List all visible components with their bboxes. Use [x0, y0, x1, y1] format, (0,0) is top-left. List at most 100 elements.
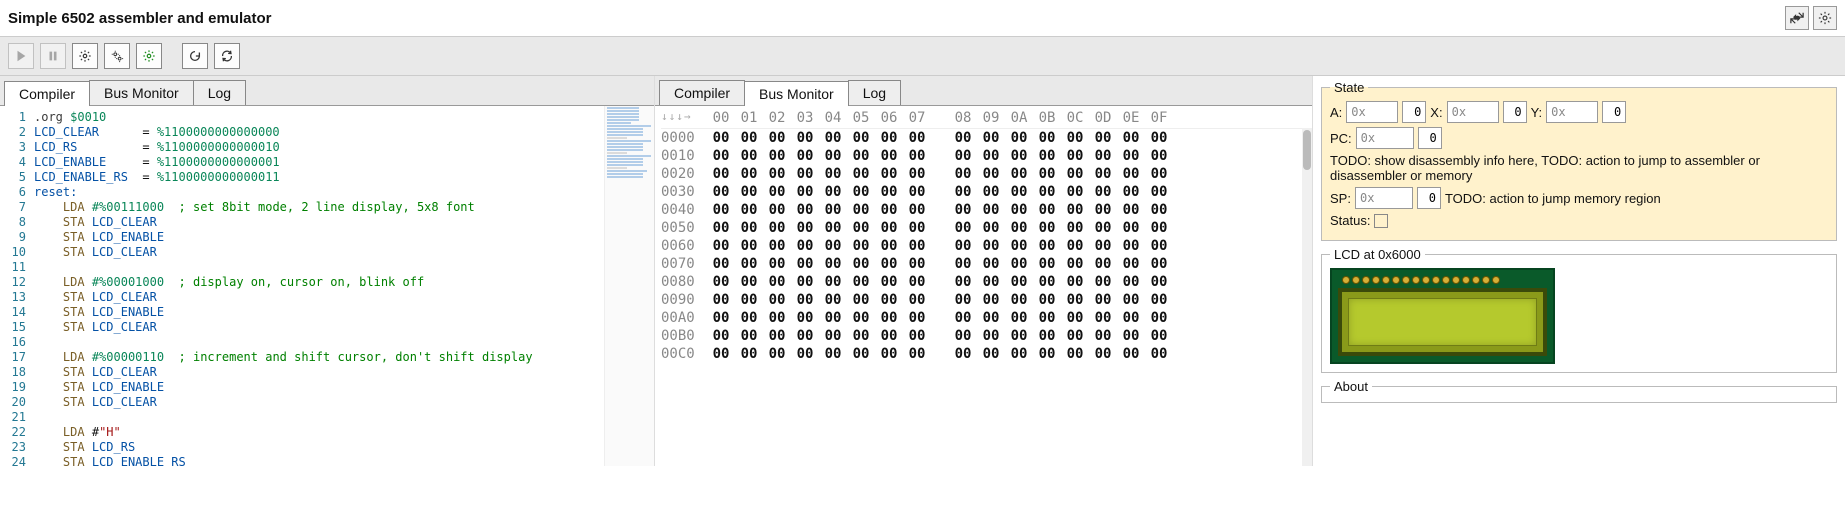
- hex-byte[interactable]: 00: [1033, 256, 1061, 272]
- code-line[interactable]: [34, 335, 604, 350]
- hex-byte[interactable]: 00: [875, 274, 903, 290]
- hex-byte[interactable]: 00: [1117, 148, 1145, 164]
- code-line[interactable]: LCD_ENABLE = %1100000000000001: [34, 155, 604, 170]
- hex-byte[interactable]: 00: [819, 238, 847, 254]
- hex-byte[interactable]: 00: [1033, 346, 1061, 362]
- hex-byte[interactable]: 00: [1117, 292, 1145, 308]
- hex-byte[interactable]: 00: [903, 184, 931, 200]
- hex-byte[interactable]: 00: [763, 346, 791, 362]
- hex-byte[interactable]: 00: [1005, 346, 1033, 362]
- hex-byte[interactable]: 00: [903, 310, 931, 326]
- hex-byte[interactable]: 00: [1145, 220, 1173, 236]
- hex-byte[interactable]: 00: [847, 256, 875, 272]
- hex-byte[interactable]: 00: [949, 148, 977, 164]
- hex-byte[interactable]: 00: [977, 256, 1005, 272]
- hex-byte[interactable]: 00: [791, 310, 819, 326]
- hex-byte[interactable]: 00: [1061, 292, 1089, 308]
- code-line[interactable]: [34, 410, 604, 425]
- hex-byte[interactable]: 00: [1145, 274, 1173, 290]
- hex-byte[interactable]: 00: [735, 130, 763, 146]
- hex-byte[interactable]: 00: [791, 148, 819, 164]
- hex-byte[interactable]: 00: [763, 310, 791, 326]
- hex-byte[interactable]: 00: [847, 310, 875, 326]
- hex-byte[interactable]: 00: [1033, 220, 1061, 236]
- hex-byte[interactable]: 00: [735, 238, 763, 254]
- hex-byte[interactable]: 00: [847, 202, 875, 218]
- hex-byte[interactable]: 00: [1089, 184, 1117, 200]
- hex-byte[interactable]: 00: [1117, 274, 1145, 290]
- hex-byte[interactable]: 00: [791, 256, 819, 272]
- hex-byte[interactable]: 00: [1145, 202, 1173, 218]
- hex-byte[interactable]: 00: [1117, 130, 1145, 146]
- hex-byte[interactable]: 00: [847, 166, 875, 182]
- code-line[interactable]: STA LCD_ENABLE_RS: [34, 455, 604, 466]
- hex-byte[interactable]: 00: [1089, 130, 1117, 146]
- hex-byte[interactable]: 00: [875, 292, 903, 308]
- hex-byte[interactable]: 00: [1061, 202, 1089, 218]
- hex-byte[interactable]: 00: [1145, 292, 1173, 308]
- hex-byte[interactable]: 00: [763, 130, 791, 146]
- hex-byte[interactable]: 00: [1117, 256, 1145, 272]
- hex-byte[interactable]: 00: [763, 292, 791, 308]
- hex-byte[interactable]: 00: [1117, 184, 1145, 200]
- hex-byte[interactable]: 00: [875, 184, 903, 200]
- hex-byte[interactable]: 00: [977, 238, 1005, 254]
- hex-byte[interactable]: 00: [735, 310, 763, 326]
- collapse-button[interactable]: [1785, 6, 1809, 30]
- hex-byte[interactable]: 00: [977, 202, 1005, 218]
- step-out-button[interactable]: [136, 43, 162, 69]
- hex-byte[interactable]: 00: [1145, 130, 1173, 146]
- hex-byte[interactable]: 00: [707, 346, 735, 362]
- hex-byte[interactable]: 00: [875, 130, 903, 146]
- hex-byte[interactable]: 00: [1089, 328, 1117, 344]
- hex-byte[interactable]: 00: [977, 184, 1005, 200]
- hex-byte[interactable]: 00: [1145, 148, 1173, 164]
- hex-byte[interactable]: 00: [949, 184, 977, 200]
- hex-byte[interactable]: 00: [903, 292, 931, 308]
- hex-byte[interactable]: 00: [847, 220, 875, 236]
- step-over-button[interactable]: [104, 43, 130, 69]
- hex-byte[interactable]: 00: [1089, 274, 1117, 290]
- code-line[interactable]: STA LCD_CLEAR: [34, 320, 604, 335]
- hex-byte[interactable]: 00: [707, 274, 735, 290]
- code-line[interactable]: STA LCD_CLEAR: [34, 365, 604, 380]
- hex-byte[interactable]: 00: [819, 130, 847, 146]
- hex-byte[interactable]: 00: [875, 148, 903, 164]
- tab-log[interactable]: Log: [193, 80, 246, 105]
- hex-byte[interactable]: 00: [1145, 166, 1173, 182]
- hex-byte[interactable]: 00: [819, 166, 847, 182]
- hex-byte[interactable]: 00: [819, 274, 847, 290]
- hex-byte[interactable]: 00: [763, 274, 791, 290]
- hex-byte[interactable]: 00: [1033, 328, 1061, 344]
- hex-byte[interactable]: 00: [763, 220, 791, 236]
- hex-byte[interactable]: 00: [791, 220, 819, 236]
- hex-byte[interactable]: 00: [1089, 310, 1117, 326]
- code-line[interactable]: LDA #%00000110 ; increment and shift cur…: [34, 350, 604, 365]
- hex-byte[interactable]: 00: [977, 274, 1005, 290]
- hex-byte[interactable]: 00: [1117, 310, 1145, 326]
- reg-y-val[interactable]: [1602, 101, 1626, 123]
- hex-byte[interactable]: 00: [1117, 238, 1145, 254]
- hex-byte[interactable]: 00: [903, 202, 931, 218]
- hex-byte[interactable]: 00: [735, 256, 763, 272]
- reg-a-val[interactable]: [1402, 101, 1426, 123]
- status-checkbox[interactable]: [1374, 214, 1388, 228]
- hex-byte[interactable]: 00: [1117, 220, 1145, 236]
- code-line[interactable]: LDA #%00111000 ; set 8bit mode, 2 line d…: [34, 200, 604, 215]
- hex-byte[interactable]: 00: [1005, 220, 1033, 236]
- tab-bus-monitor[interactable]: Bus Monitor: [89, 80, 194, 105]
- hex-byte[interactable]: 00: [1005, 238, 1033, 254]
- hex-byte[interactable]: 00: [1033, 292, 1061, 308]
- hex-byte[interactable]: 00: [875, 166, 903, 182]
- hex-byte[interactable]: 00: [1145, 256, 1173, 272]
- hex-byte[interactable]: 00: [847, 148, 875, 164]
- hex-byte[interactable]: 00: [707, 328, 735, 344]
- hex-byte[interactable]: 00: [707, 238, 735, 254]
- hex-byte[interactable]: 00: [707, 130, 735, 146]
- reg-a-input[interactable]: [1346, 101, 1398, 123]
- hex-byte[interactable]: 00: [707, 184, 735, 200]
- hex-byte[interactable]: 00: [791, 166, 819, 182]
- hex-byte[interactable]: 00: [1089, 148, 1117, 164]
- hex-byte[interactable]: 00: [949, 346, 977, 362]
- code-line[interactable]: reset:: [34, 185, 604, 200]
